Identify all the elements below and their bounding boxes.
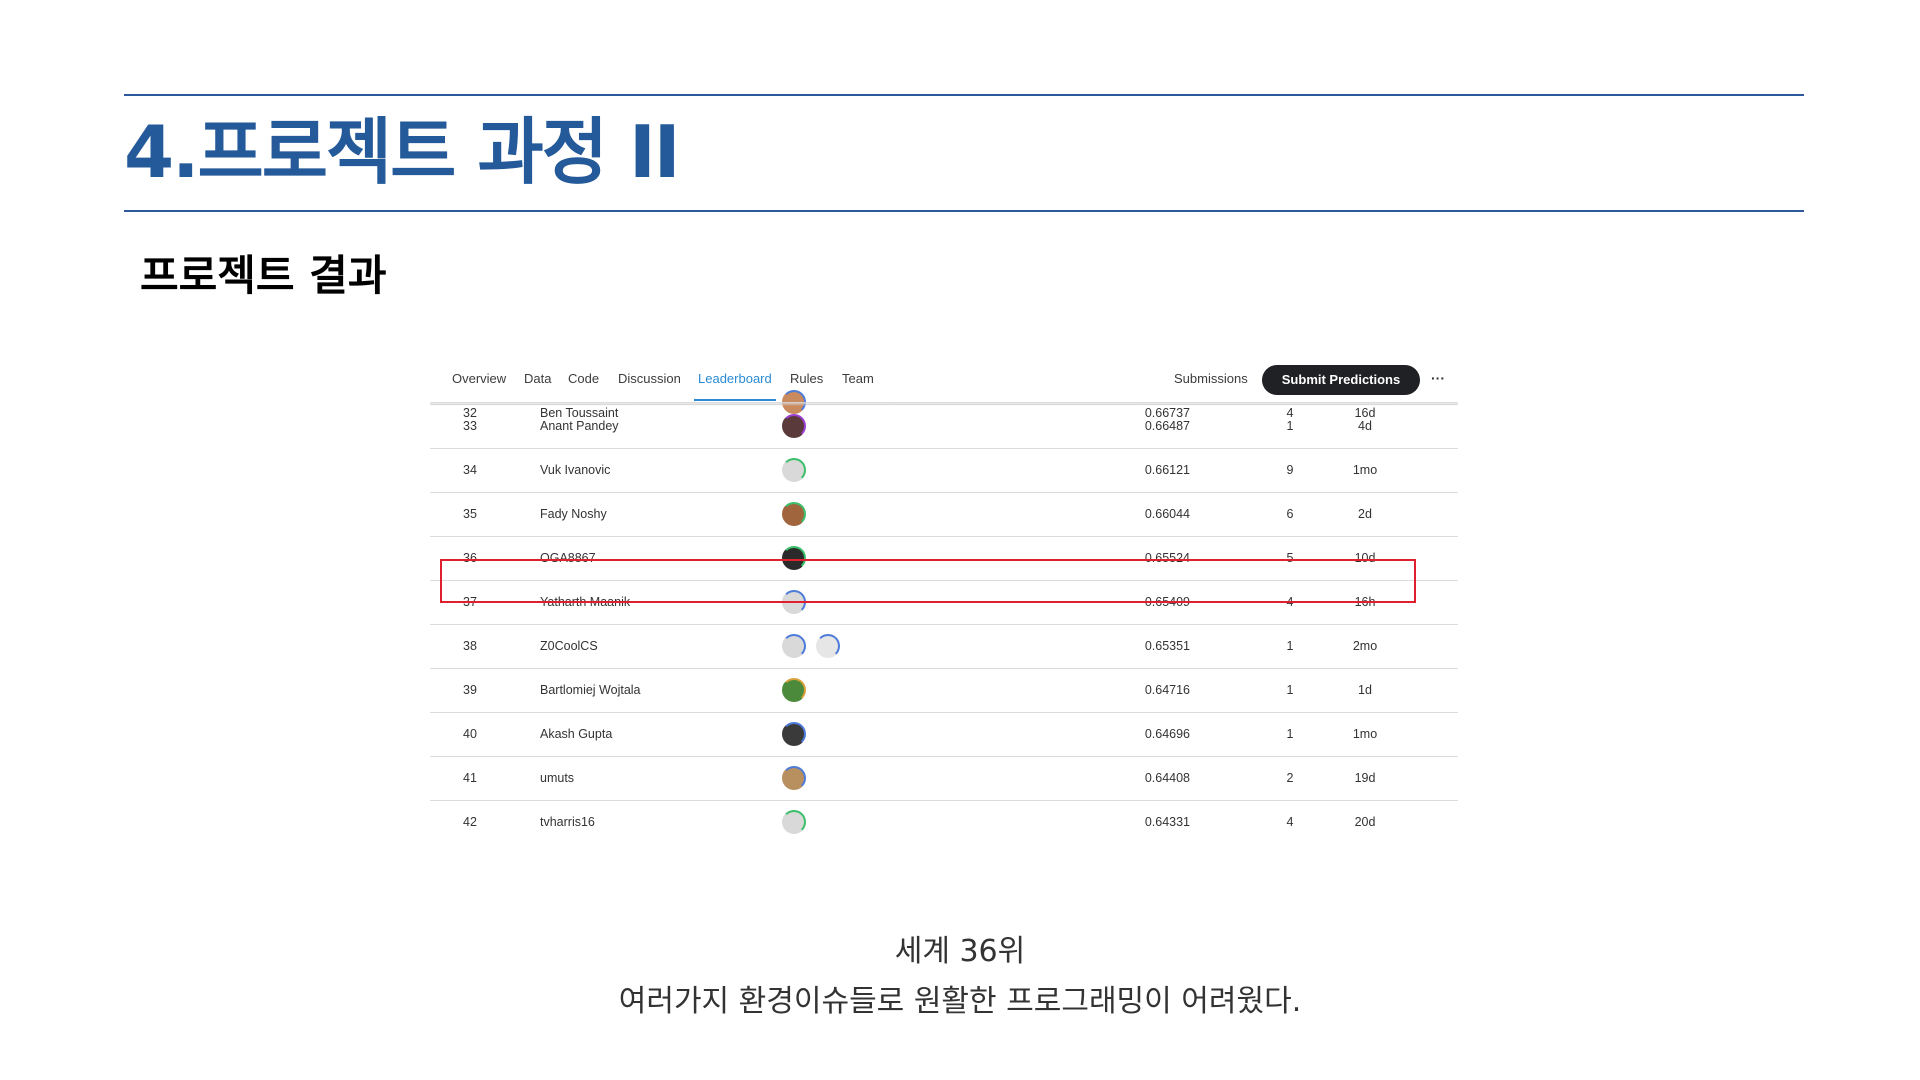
table-row[interactable]: 40 Akash Gupta 0.64696 1 1mo bbox=[430, 713, 1458, 757]
team-members-cell bbox=[782, 581, 816, 624]
last-submission-cell: 2d bbox=[1358, 507, 1372, 521]
entries-cell: 4 bbox=[1286, 815, 1294, 829]
entries-cell: 1 bbox=[1286, 419, 1294, 433]
entries-cell: 6 bbox=[1286, 507, 1294, 521]
table-row[interactable]: 41 umuts 0.64408 2 19d bbox=[430, 757, 1458, 801]
rank-cell: 37 bbox=[463, 595, 477, 609]
team-members-cell bbox=[782, 801, 816, 844]
rank-cell: 41 bbox=[463, 771, 477, 785]
team-name-cell[interactable]: Bartlomiej Wojtala bbox=[540, 669, 641, 712]
team-name-cell[interactable]: Fady Noshy bbox=[540, 493, 607, 536]
entries-cell: 1 bbox=[1286, 683, 1294, 697]
score-cell: 0.65524 bbox=[1144, 551, 1190, 565]
entries-cell: 5 bbox=[1286, 551, 1294, 565]
default-avatar-icon[interactable] bbox=[782, 810, 806, 834]
leaderboard-screenshot: Overview Data Code Discussion Leaderboar… bbox=[430, 358, 1458, 858]
score-cell: 0.66044 bbox=[1144, 507, 1190, 521]
rank-cell: 42 bbox=[463, 815, 477, 829]
rank-cell: 36 bbox=[463, 551, 477, 565]
last-submission-cell: 2mo bbox=[1352, 639, 1378, 653]
entries-cell: 9 bbox=[1286, 463, 1294, 477]
score-cell: 0.66487 bbox=[1144, 419, 1190, 433]
team-name-cell[interactable]: OGA8867 bbox=[540, 537, 596, 580]
score-cell: 0.65351 bbox=[1144, 639, 1190, 653]
last-submission-cell: 20d bbox=[1354, 815, 1376, 829]
table-row[interactable]: 37 Yatharth Maanik 0.65409 4 16h bbox=[430, 581, 1458, 625]
result-caption: 세계 36위 bbox=[894, 934, 1026, 969]
title-top-rule bbox=[124, 94, 1804, 96]
team-name-cell[interactable]: Anant Pandey bbox=[540, 405, 619, 448]
table-row[interactable]: 38 Z0CoolCS 0.65351 1 2mo bbox=[430, 625, 1458, 669]
default-avatar-icon[interactable] bbox=[782, 634, 806, 658]
team-members-cell bbox=[782, 537, 816, 580]
team-members-cell bbox=[782, 449, 816, 492]
user-avatar-icon[interactable] bbox=[782, 678, 806, 702]
table-row[interactable]: 33 Anant Pandey 0.66487 1 4d bbox=[430, 405, 1458, 449]
team-members-cell bbox=[782, 405, 816, 448]
table-row[interactable]: 36 OGA8867 0.65524 5 10d bbox=[430, 537, 1458, 581]
score-cell: 0.64331 bbox=[1144, 815, 1190, 829]
user-avatar-icon[interactable] bbox=[782, 722, 806, 746]
table-row[interactable]: 35 Fady Noshy 0.66044 6 2d bbox=[430, 493, 1458, 537]
team-members-cell bbox=[782, 669, 816, 712]
last-submission-cell: 19d bbox=[1354, 771, 1376, 785]
default-avatar-icon[interactable] bbox=[782, 590, 806, 614]
team-members-cell bbox=[782, 625, 850, 668]
score-cell: 0.64696 bbox=[1144, 727, 1190, 741]
entries-cell: 4 bbox=[1286, 595, 1294, 609]
last-submission-cell: 1mo bbox=[1352, 727, 1378, 741]
team-name-cell[interactable]: Vuk Ivanovic bbox=[540, 449, 610, 492]
score-cell: 0.64716 bbox=[1144, 683, 1190, 697]
team-members-cell bbox=[782, 757, 816, 800]
last-submission-cell: 4d bbox=[1358, 419, 1372, 433]
last-submission-cell: 16h bbox=[1354, 595, 1376, 609]
last-submission-cell: 1mo bbox=[1352, 463, 1378, 477]
entries-cell: 2 bbox=[1286, 771, 1294, 785]
leaderboard-table: 32 Ben Toussaint 0.66737 4 16d 33 Anant Pandey… bbox=[430, 380, 1458, 844]
user-avatar-icon[interactable] bbox=[782, 766, 806, 790]
entries-cell: 1 bbox=[1286, 727, 1294, 741]
table-row[interactable]: 34 Vuk Ivanovic 0.66121 9 1mo bbox=[430, 449, 1458, 493]
team-members-cell bbox=[782, 713, 816, 756]
slide: 4.프로젝트 과정 II 프로젝트 결과 Overview Data Code … bbox=[0, 0, 1920, 1080]
user-avatar-icon[interactable] bbox=[782, 546, 806, 570]
last-submission-cell: 1d bbox=[1358, 683, 1372, 697]
comment-caption: 여러가지 환경이슈들로 원활한 프로그래밍이 어려웠다. bbox=[618, 984, 1302, 1019]
rank-cell: 34 bbox=[463, 463, 477, 477]
user-avatar-icon[interactable] bbox=[782, 414, 806, 438]
rank-cell: 38 bbox=[463, 639, 477, 653]
default-avatar-icon[interactable] bbox=[816, 634, 840, 658]
team-name-cell[interactable]: Akash Gupta bbox=[540, 713, 612, 756]
table-row[interactable]: 39 Bartlomiej Wojtala 0.64716 1 1d bbox=[430, 669, 1458, 713]
page-title: 4.프로젝트 과정 II bbox=[124, 110, 681, 194]
last-submission-cell: 10d bbox=[1354, 551, 1376, 565]
user-avatar-icon[interactable] bbox=[782, 502, 806, 526]
rank-cell: 40 bbox=[463, 727, 477, 741]
title-bottom-rule bbox=[124, 210, 1804, 212]
rank-cell: 35 bbox=[463, 507, 477, 521]
score-cell: 0.66121 bbox=[1144, 463, 1190, 477]
team-members-cell bbox=[782, 493, 816, 536]
score-cell: 0.64408 bbox=[1144, 771, 1190, 785]
score-cell: 0.65409 bbox=[1144, 595, 1190, 609]
entries-cell: 1 bbox=[1286, 639, 1294, 653]
team-name-cell[interactable]: Z0CoolCS bbox=[540, 625, 598, 668]
rank-cell: 39 bbox=[463, 683, 477, 697]
nav-shadow bbox=[430, 402, 1458, 406]
rank-cell: 33 bbox=[463, 419, 477, 433]
table-row[interactable]: 42 tvharris16 0.64331 4 20d bbox=[430, 801, 1458, 844]
team-name-cell[interactable]: tvharris16 bbox=[540, 801, 595, 844]
team-name-cell[interactable]: umuts bbox=[540, 757, 574, 800]
team-name-cell[interactable]: Yatharth Maanik bbox=[540, 581, 630, 624]
section-subtitle: 프로젝트 결과 bbox=[140, 251, 387, 300]
default-avatar-icon[interactable] bbox=[782, 458, 806, 482]
